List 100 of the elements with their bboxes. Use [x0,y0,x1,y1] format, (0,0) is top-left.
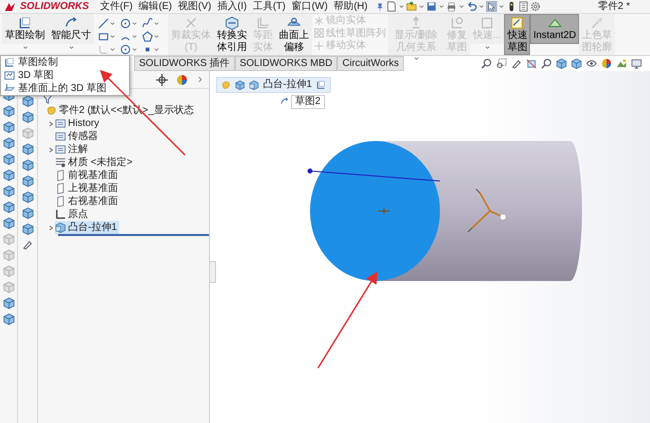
cube-icon[interactable] [22,143,34,155]
ribbon-button[interactable]: Instant2D [530,14,580,44]
circle-icon[interactable] [120,44,131,55]
cube-icon[interactable] [2,153,14,165]
3d-sketch-icon [4,70,15,81]
rectangle-icon[interactable] [98,31,109,42]
zoom-area-icon[interactable] [496,58,507,69]
tree-item[interactable]: 凸台-拉伸1 [55,221,119,234]
cube-icon[interactable] [22,207,34,219]
caret-icon[interactable] [458,3,465,10]
collapsed-caret-icon[interactable] [47,120,55,128]
panel-collapse-handle[interactable] [210,261,216,283]
ribbon-button[interactable]: 智能尺寸 [48,14,94,44]
caret-icon[interactable] [68,44,74,50]
sketch-icon[interactable] [316,80,326,90]
grid-pattern-icon [314,28,324,38]
command-tab[interactable]: SOLIDWORKS 插件 [134,56,235,71]
shaded-sketch-icon [590,16,604,30]
tree-item[interactable]: 传感器 [55,130,100,143]
ribbon-button[interactable]: 草图绘制 [2,14,48,44]
menu-item[interactable]: 视图(V) [175,0,214,12]
caret-icon[interactable] [22,44,28,50]
cube-icon[interactable] [22,111,34,123]
menu-item[interactable]: 帮助(H) [330,0,371,12]
cube-icon[interactable] [2,121,14,133]
sketch-tag[interactable]: 草图2 [291,95,325,108]
command-tab[interactable]: CircuitWorks [337,56,404,71]
pin-icon[interactable] [374,2,385,12]
crosshair-icon[interactable] [156,74,168,86]
menu-item[interactable]: 插入(I) [214,0,250,12]
folder-icon [55,144,66,155]
tree-item[interactable]: 前视基准面 [55,169,120,182]
ribbon-button[interactable]: 曲面上偏移 [276,14,312,55]
menu-item[interactable]: 编辑(E) [136,0,176,12]
polygon-icon[interactable] [142,31,153,42]
origin-icon [378,208,390,214]
cube-icon[interactable] [2,169,14,181]
cube-icon[interactable] [22,159,34,171]
ribbon-button[interactable]: 快速草图 [504,14,530,55]
menu-item[interactable]: 基准面上的 3D 草图 [18,82,106,94]
ribbon-button[interactable]: 转换实体引用 [214,14,250,55]
cube-view-icon[interactable] [556,58,567,69]
print-icon[interactable] [446,1,457,12]
cube-icon[interactable] [2,217,14,229]
appearance-icon[interactable] [601,58,612,69]
section-view-icon[interactable] [526,58,537,69]
tree-item[interactable]: 右视基准面 [55,195,120,208]
menu-item[interactable]: 草图绘制 [18,56,58,68]
cube-icon[interactable] [2,313,14,325]
cube-icon[interactable] [2,201,14,213]
cube-icon[interactable] [2,137,14,149]
magnifier-icon[interactable] [541,58,552,69]
menu-item[interactable]: 工具(T) [250,0,289,12]
caret-icon[interactable] [398,3,405,10]
options-icon[interactable] [518,1,529,12]
save-icon[interactable] [426,1,437,12]
circle-icon[interactable] [120,18,131,29]
menu-item[interactable]: 文件(F) [96,0,136,12]
command-tab[interactable]: SOLIDWORKS MBD [234,56,338,71]
menu-item[interactable]: 3D 草图 [18,70,54,82]
pen-icon[interactable] [511,58,522,69]
new-document-icon[interactable] [386,1,397,12]
eye-icon[interactable] [586,58,597,69]
caret-icon[interactable] [438,3,445,10]
caret-icon[interactable] [498,3,505,10]
select-pointer-icon[interactable] [486,1,497,12]
cube-icon[interactable] [2,297,14,309]
scene-icon[interactable] [616,58,627,69]
cube-icon[interactable] [571,58,582,69]
cube-icon[interactable] [22,223,34,235]
body-icon[interactable] [235,80,245,90]
tree-item[interactable]: History [55,117,102,130]
pencil-icon[interactable] [22,239,33,250]
cube-icon[interactable] [22,175,34,187]
triangle-icon [548,16,562,30]
monitor-icon[interactable] [631,58,642,69]
cube-icon[interactable] [2,185,14,197]
logo-icon [4,2,16,12]
quick-sketch-icon [510,16,524,30]
menu-item[interactable]: 窗口(W) [288,0,331,12]
tree-item[interactable]: 材质 <未指定> [55,156,134,169]
spline-icon[interactable] [142,18,153,29]
mirror-icon [314,16,324,26]
folder-icon [55,118,66,129]
cube-icon[interactable] [22,191,34,203]
appearance-icon[interactable] [176,74,188,86]
tree-item[interactable]: 原点 [55,208,90,221]
cube-icon[interactable] [2,105,14,117]
extrude-icon[interactable] [249,80,259,90]
undo-icon[interactable] [466,1,477,12]
magnifier-icon[interactable] [481,58,492,69]
tree-item[interactable]: 上视基准面 [55,182,120,195]
collapsed-caret-icon[interactable] [47,146,55,154]
settings-icon[interactable] [530,1,541,12]
caret-icon[interactable] [478,3,485,10]
collapsed-caret-icon[interactable] [47,224,55,232]
line-icon[interactable] [98,18,109,29]
open-folder-icon[interactable] [406,1,417,12]
tree-item[interactable]: 注解 [55,143,90,156]
caret-icon[interactable] [418,3,425,10]
